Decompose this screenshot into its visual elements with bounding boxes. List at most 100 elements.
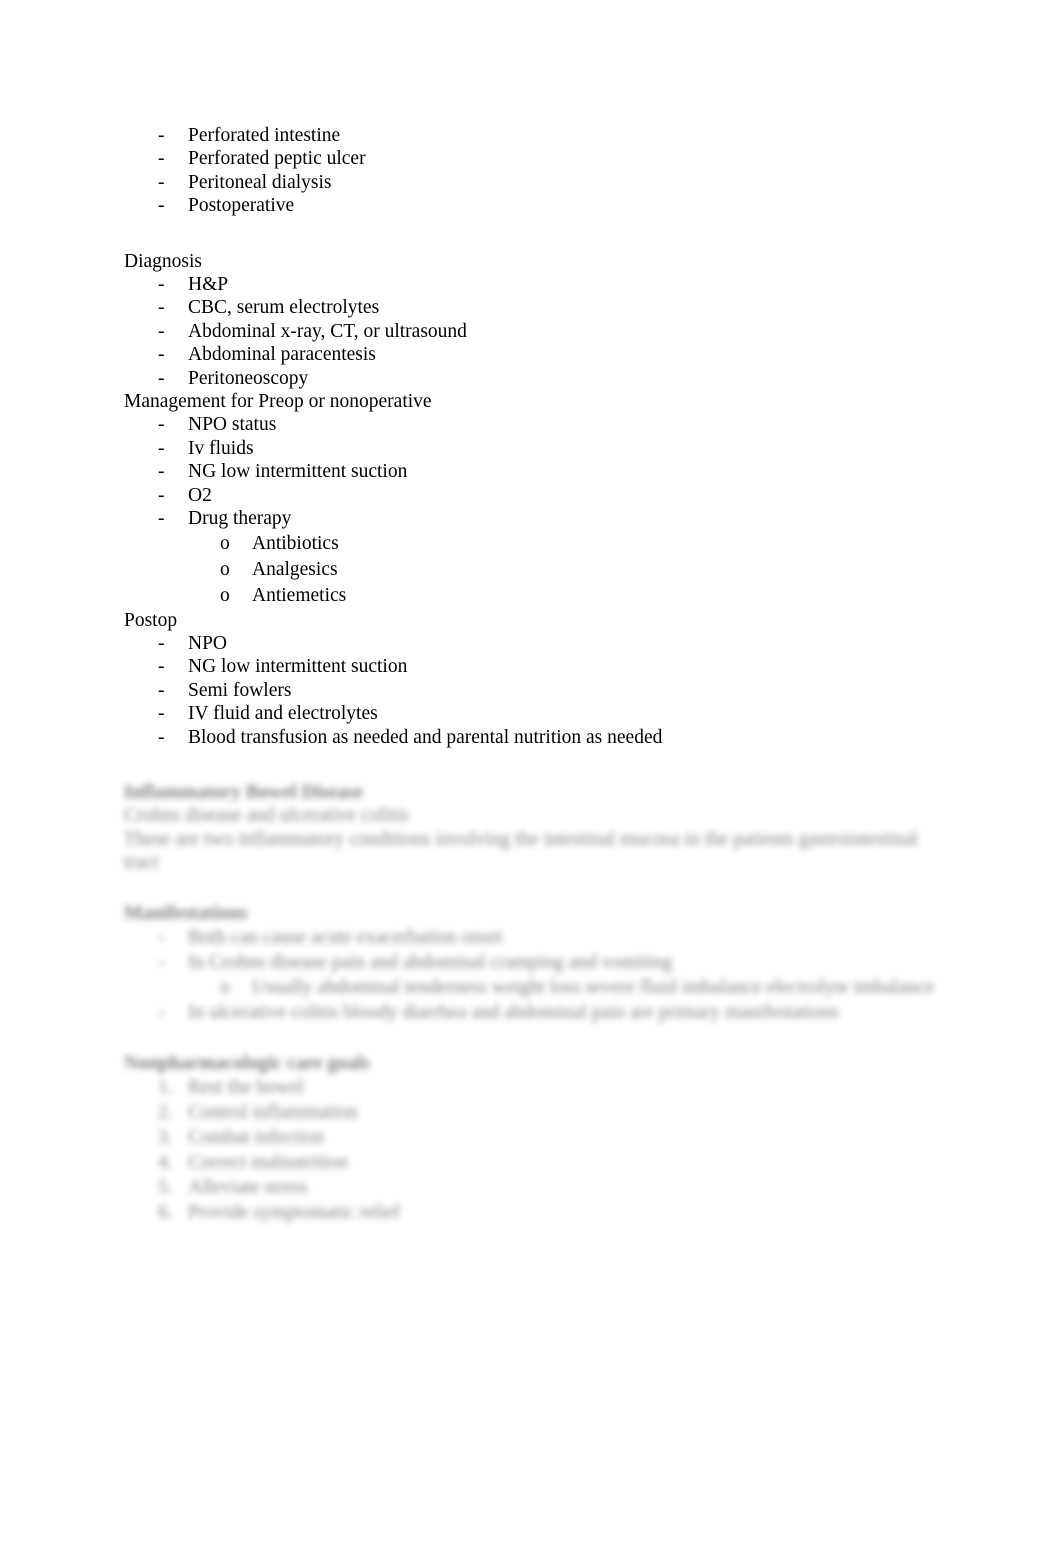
list-item: 1. Rest the bowel	[124, 1075, 954, 1100]
list-item: - Iv fluids	[124, 437, 954, 460]
list-item: 2. Control inflammation	[124, 1100, 954, 1125]
drug-therapy-sublist: o Antibiotics o Analgesics o Antiemetics	[124, 531, 954, 609]
list-item-label: Perforated intestine	[188, 125, 341, 146]
dash-marker: -	[158, 508, 165, 530]
list-item-label: Iv fluids	[188, 437, 254, 459]
list-item-label: Alleviate stress	[188, 1177, 308, 1199]
document-page: - Perforated intestine - Perforated peptic…	[0, 0, 1062, 1561]
dash-marker: -	[158, 679, 165, 701]
list-item: - NG low intermittent suction	[124, 655, 954, 678]
dash-marker: -	[158, 656, 165, 678]
list-item: - Abdominal paracentesis	[124, 343, 954, 366]
list-item-label: NPO	[188, 632, 228, 654]
list-item: - Drug therapy	[124, 507, 954, 530]
dash-marker: -	[158, 344, 165, 366]
list-item-label: H&P	[188, 274, 229, 296]
ibd-line-2: These are two inflammatory conditions in…	[124, 828, 918, 874]
list-item-label: NG low intermittent suction	[188, 461, 408, 483]
list-item-label: NG low intermittent suction	[188, 656, 408, 678]
list-item: - Peritoneoscopy	[124, 367, 954, 390]
dash-marker: -	[158, 703, 165, 725]
list-item: - Semi fowlers	[124, 679, 954, 702]
list-item: - NPO status	[124, 413, 954, 436]
list-item-label: NPO status	[188, 414, 277, 436]
list-item: - IV fluid and electrolytes	[124, 702, 954, 725]
number-marker: 5.	[158, 1177, 173, 1199]
list-item-label: Analgesics	[252, 558, 338, 580]
dash-marker: -	[158, 437, 165, 459]
management-list: - NPO status - Iv fluids - NG low intermitt…	[124, 413, 954, 530]
list-item-label: Abdominal x-ray, CT, or ultrasound	[188, 320, 467, 342]
list-item-label: Abdominal paracentesis	[188, 344, 376, 366]
manifestations-list: - Both can cause acute exacerbation onset…	[124, 925, 954, 975]
dash-marker: -	[158, 320, 165, 342]
list-item-label: Correct malnutrition	[188, 1152, 348, 1174]
list-item: 5. Alleviate stress	[124, 1175, 954, 1200]
dash-marker: -	[158, 297, 165, 319]
dash-marker: -	[158, 414, 165, 436]
circle-marker: o	[220, 584, 230, 606]
number-marker: 3.	[158, 1127, 173, 1149]
dash-marker: -	[158, 367, 165, 389]
dash-marker: -	[158, 726, 165, 748]
number-marker: 1.	[158, 1077, 173, 1099]
manifestations-sublist: o Usually abdominal tenderness weight los…	[124, 975, 954, 1000]
list-item: - Abdominal x-ray, CT, or ultrasound	[124, 320, 954, 343]
dash-marker: -	[158, 926, 165, 948]
circle-marker: o	[220, 976, 230, 998]
list-item: - O2	[124, 484, 954, 507]
number-marker: 2.	[158, 1102, 173, 1124]
circle-marker: o	[220, 558, 230, 580]
list-item-label: Postoperative	[188, 195, 295, 217]
list-item: - In Crohns disease pain and abdominal cr…	[124, 950, 954, 975]
list-item: - Peritoneal dialysis	[124, 171, 954, 194]
list-item-label: Peritoneal dialysis	[188, 171, 332, 193]
list-item: - Perforated peptic ulcer	[124, 147, 954, 170]
care-goals-list: 1. Rest the bowel 2. Control inflammation …	[124, 1075, 954, 1225]
list-item-label: Control inflammation	[188, 1102, 358, 1124]
list-item-label: Peritoneoscopy	[188, 367, 309, 389]
manifestations-heading: Manifestations	[124, 902, 248, 924]
list-item-label: In ulcerative colitis bloody diarrhea an…	[188, 1001, 839, 1023]
number-marker: 6.	[158, 1202, 173, 1224]
list-item: o Antibiotics	[124, 531, 954, 557]
dash-marker: -	[158, 274, 165, 296]
care-goals-heading: Nonpharmacologic care goals	[124, 1052, 370, 1074]
list-item-label: O2	[188, 484, 212, 506]
list-item: 4. Correct malnutrition	[124, 1150, 954, 1175]
list-item: o Antiemetics	[124, 583, 954, 609]
list-item-label: Perforated peptic ulcer	[188, 148, 366, 170]
blurred-region: Inflammatory Bowel Disease Crohns diseas…	[124, 781, 954, 1225]
list-item-label: IV fluid and electrolytes	[188, 703, 378, 725]
dash-marker: -	[158, 484, 165, 506]
list-item: 6. Provide symptomatic relief	[124, 1200, 954, 1225]
list-item: o Usually abdominal tenderness weight los…	[124, 975, 1042, 1000]
list-item-label: In Crohns disease pain and abdominal cra…	[188, 951, 673, 973]
list-item-label: Usually abdominal tenderness weight loss…	[252, 976, 934, 998]
dash-marker: -	[158, 148, 165, 170]
list-item: 3. Combat infection	[124, 1125, 954, 1150]
dash-marker: -	[158, 461, 165, 483]
causes-list: - Perforated intestine - Perforated peptic…	[124, 124, 954, 218]
diagnosis-heading: Diagnosis	[124, 250, 202, 272]
list-item: - Perforated intestine	[124, 124, 954, 147]
list-item: - Both can cause acute exacerbation onset	[124, 925, 954, 950]
list-item: - NPO	[124, 632, 954, 655]
dash-marker: -	[158, 125, 165, 146]
postop-list: - NPO - NG low intermittent suction - Semi …	[124, 632, 954, 749]
dash-marker: -	[158, 171, 165, 193]
circle-marker: o	[220, 532, 230, 554]
dash-marker: -	[158, 632, 165, 654]
list-item: - H&P	[124, 273, 954, 296]
management-heading: Management for Preop or nonoperative	[124, 391, 432, 413]
list-item: - Blood transfusion as needed and parenta…	[124, 726, 954, 749]
ibd-line-1: Crohns disease and ulcerative colitis	[124, 805, 409, 827]
list-item: - Postoperative	[124, 194, 954, 217]
list-item-label: Both can cause acute exacerbation onset	[188, 926, 503, 948]
list-item-label: Drug therapy	[188, 508, 292, 530]
manifestations-list-tail: - In ulcerative colitis bloody diarrhea a…	[124, 1000, 954, 1025]
number-marker: 4.	[158, 1152, 173, 1174]
list-item-label: CBC, serum electrolytes	[188, 297, 380, 319]
